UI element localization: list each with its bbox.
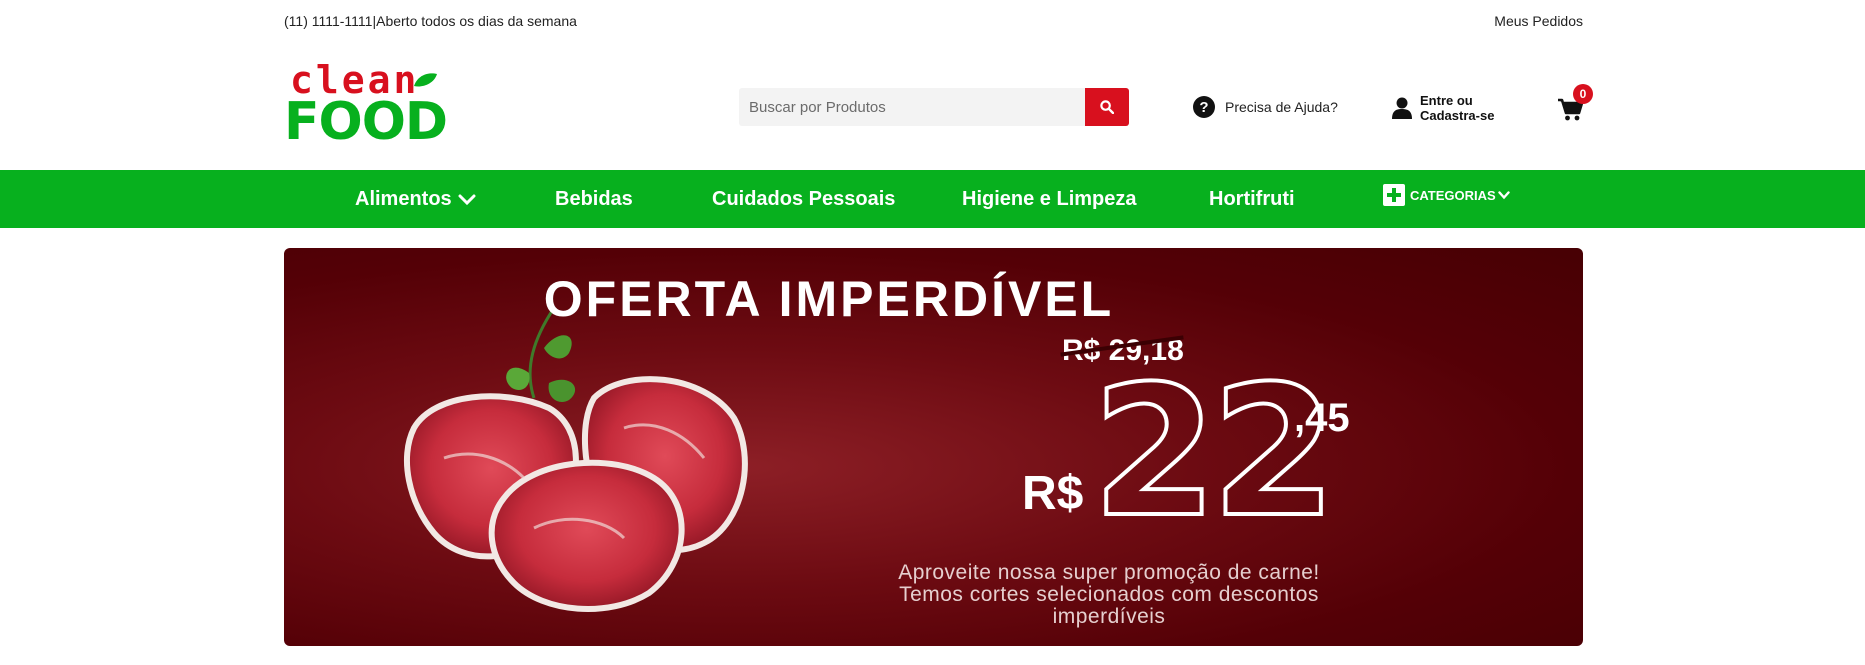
user-icon <box>1392 97 1412 119</box>
help-label: Precisa de Ajuda? <box>1225 99 1338 115</box>
svg-text:?: ? <box>1199 99 1208 116</box>
chevron-down-icon <box>458 194 476 205</box>
cart-button[interactable]: 0 <box>1558 84 1593 124</box>
nav-item-label: Bebidas <box>555 188 633 210</box>
promo-banner[interactable]: OFERTA IMPERDÍVEL R$ 29,18 R$ 22 ,45 Apr… <box>284 248 1583 646</box>
banner-title: OFERTA IMPERDÍVEL <box>543 271 1115 327</box>
price-cents: ,45 <box>1294 396 1350 440</box>
price-integer: 22 <box>1090 348 1338 557</box>
header: clean FOOD ? Precisa de Ajuda? Entre ou … <box>0 42 1865 170</box>
nav-item-label: Cuidados Pessoais <box>712 188 896 210</box>
search-button[interactable] <box>1085 88 1129 126</box>
chevron-down-icon <box>1498 190 1510 199</box>
categories-label: CATEGORIAS <box>1410 187 1496 203</box>
search-bar <box>739 88 1129 126</box>
nav-item-bebidas[interactable]: Bebidas <box>555 188 633 211</box>
logo-text-food: FOOD <box>284 92 448 152</box>
nav-item-cuidados-pessoais[interactable]: Cuidados Pessoais <box>712 188 895 211</box>
nav-item-label: Alimentos <box>355 188 452 210</box>
account-label-line2: Cadastra-se <box>1420 108 1495 123</box>
categories-menu[interactable]: CATEGORIAS <box>1383 184 1510 206</box>
search-input[interactable] <box>739 88 1084 126</box>
topbar: (11) 1111-1111|Aberto todos os dias da s… <box>0 0 1865 42</box>
search-icon <box>1100 100 1114 114</box>
nav-item-label: Hortifruti <box>1209 188 1295 210</box>
cart-count-badge: 0 <box>1573 84 1593 104</box>
nav-item-alimentos[interactable]: Alimentos <box>355 188 476 211</box>
plus-icon <box>1383 184 1405 206</box>
banner-description-line2: Temos cortes selecionados com descontos … <box>899 583 1319 628</box>
meat-image <box>404 307 748 612</box>
nav-item-label: Higiene e Limpeza <box>962 188 1137 210</box>
banner-description-line1: Aproveite nossa super promoção de carne! <box>898 561 1320 584</box>
question-circle-icon: ? <box>1193 96 1215 118</box>
nav-item-higiene-limpeza[interactable]: Higiene e Limpeza <box>962 188 1137 211</box>
price-currency: R$ <box>1022 467 1084 520</box>
banner-description: Aproveite nossa super promoção de carne!… <box>844 562 1374 628</box>
account-label-line1: Entre ou <box>1420 93 1473 108</box>
logo[interactable]: clean FOOD <box>284 58 454 162</box>
main-nav: Alimentos Bebidas Cuidados Pessoais Higi… <box>0 170 1865 228</box>
leaf-icon <box>414 73 437 87</box>
nav-item-hortifruti[interactable]: Hortifruti <box>1209 188 1295 211</box>
contact-info: (11) 1111-1111|Aberto todos os dias da s… <box>284 13 577 29</box>
my-orders-link[interactable]: Meus Pedidos <box>1494 13 1583 29</box>
help-link[interactable]: ? Precisa de Ajuda? <box>1193 94 1338 120</box>
account-label: Entre ou Cadastra-se <box>1420 93 1494 123</box>
account-link[interactable]: Entre ou Cadastra-se <box>1392 92 1494 124</box>
